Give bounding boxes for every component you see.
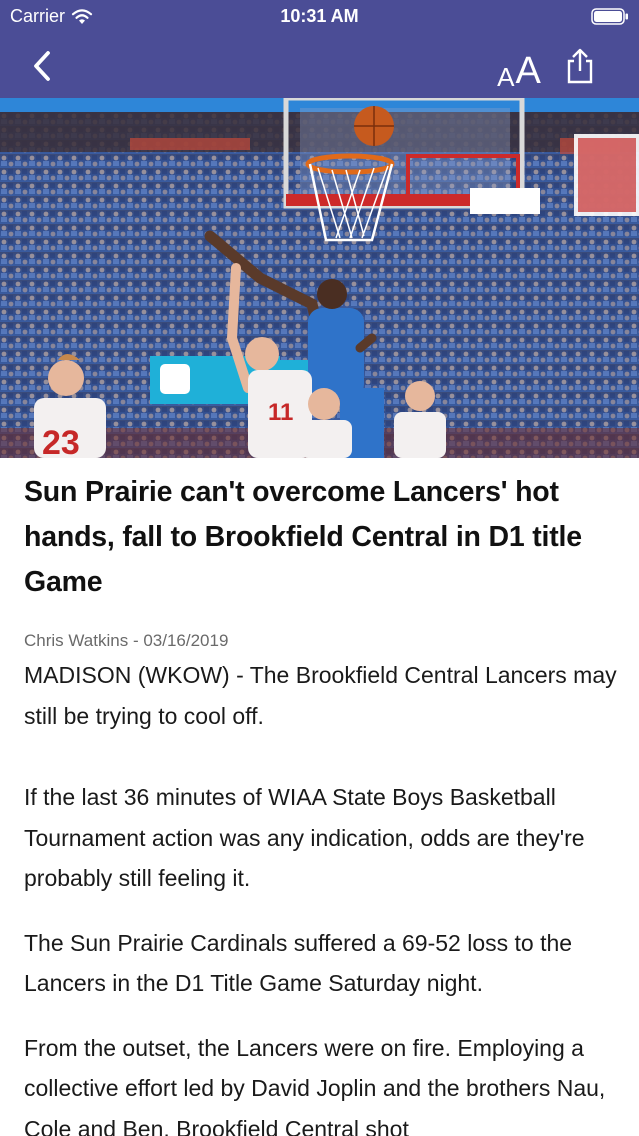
jersey-number-11: 11 bbox=[268, 399, 293, 426]
status-time: 10:31 AM bbox=[280, 6, 359, 26]
article-paragraph: If the last 36 minutes of WIAA State Boy… bbox=[24, 784, 585, 891]
font-size-large-label: A bbox=[515, 50, 541, 92]
chevron-left-icon bbox=[34, 51, 50, 81]
back-button[interactable] bbox=[22, 44, 62, 88]
article-byline: Chris Watkins - 03/16/2019 bbox=[24, 631, 229, 650]
navigation-bar: A A bbox=[0, 34, 639, 98]
article-body: Sun Prairie can't overcome Lancers' hot … bbox=[24, 470, 620, 1136]
article-paragraph: From the outset, the Lancers were on fir… bbox=[24, 1034, 606, 1136]
article-paragraph: MADISON (WKOW) - The Brookfield Central … bbox=[24, 662, 617, 729]
share-icon bbox=[567, 48, 593, 84]
status-bar: Carrier 10:31 AM bbox=[0, 0, 639, 34]
jersey-number-23: 23 bbox=[42, 424, 80, 458]
font-size-small-label: A bbox=[497, 62, 515, 92]
basketball-photo: 11 23 bbox=[0, 98, 639, 458]
battery-icon bbox=[591, 8, 628, 25]
article-paragraph: The Sun Prairie Cardinals suffered a 69-… bbox=[24, 929, 573, 997]
font-size-button[interactable]: A A bbox=[490, 46, 548, 90]
article-hero-image: 11 23 bbox=[0, 98, 639, 458]
top-bar: Carrier 10:31 AM A A bbox=[0, 0, 639, 98]
article-headline: Sun Prairie can't overcome Lancers' hot … bbox=[24, 476, 582, 598]
share-button[interactable] bbox=[560, 44, 600, 88]
